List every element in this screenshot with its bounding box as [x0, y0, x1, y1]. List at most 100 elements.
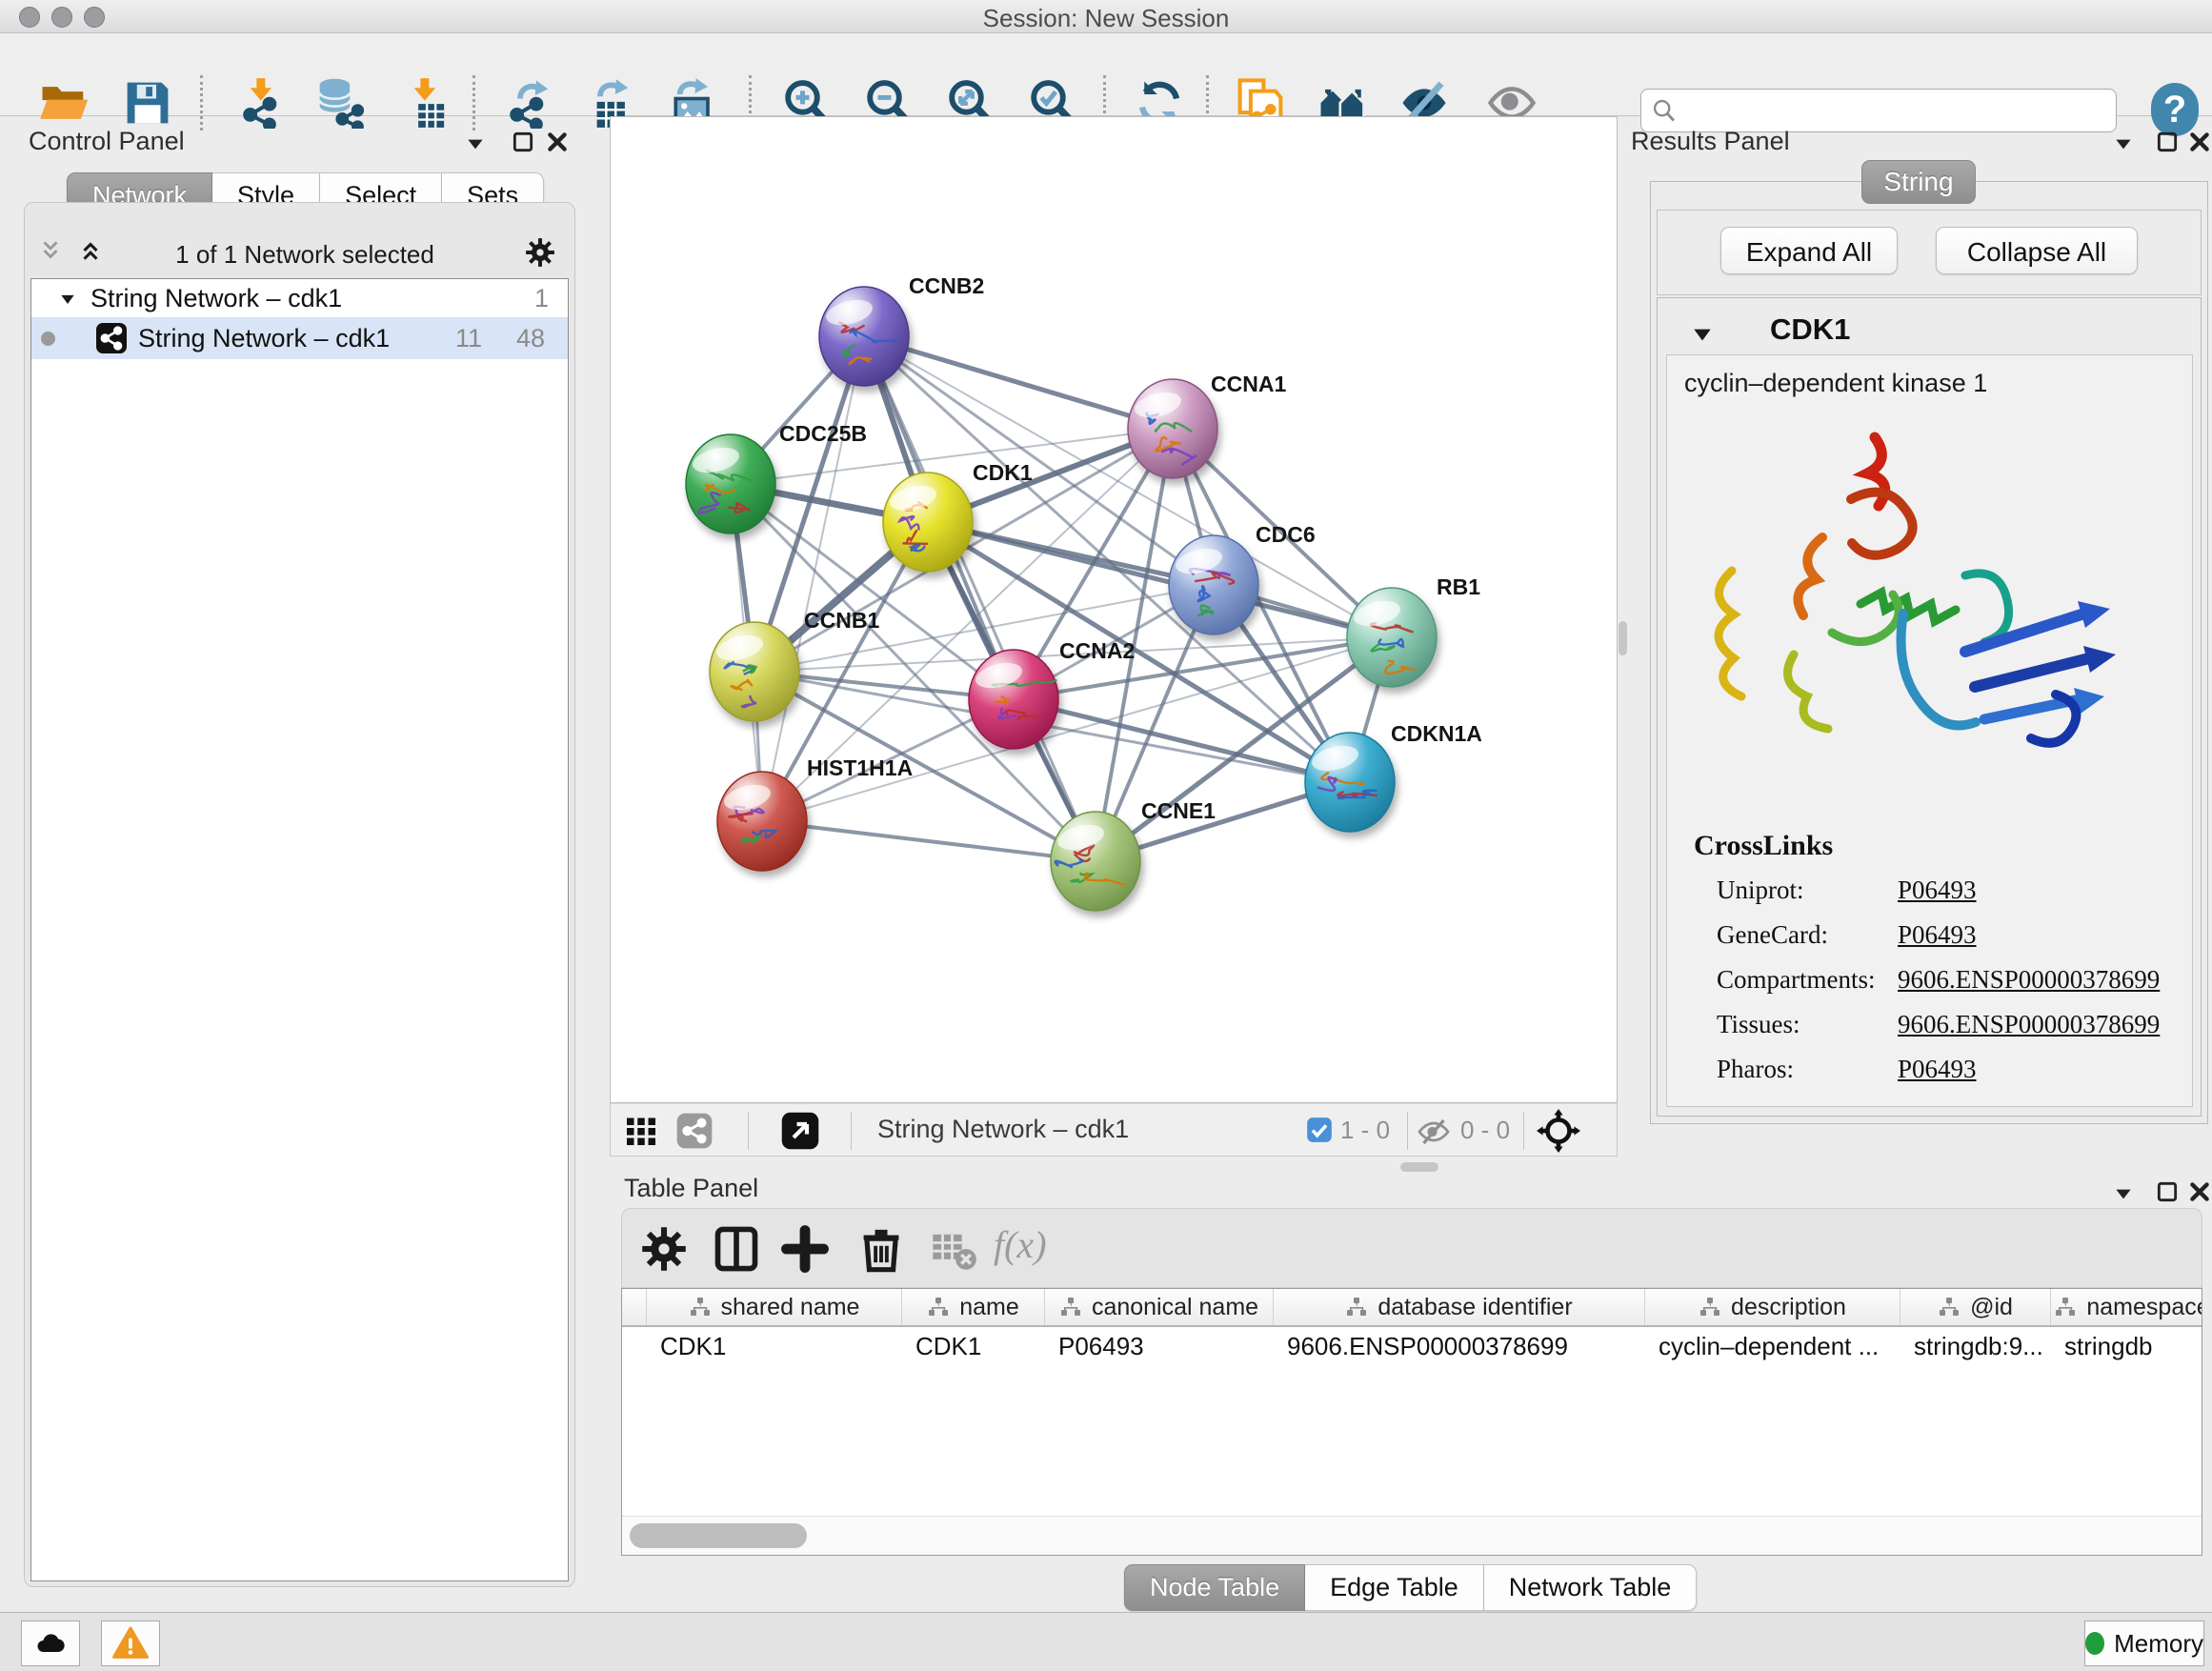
- open-in-window-icon[interactable]: [780, 1111, 820, 1151]
- table-header-row: shared name name canonical name database…: [622, 1289, 2202, 1327]
- search-input[interactable]: [1685, 91, 2108, 128]
- network-node-CDK1[interactable]: [883, 473, 973, 572]
- cdk1-collapse-icon[interactable]: [1690, 322, 1715, 347]
- import-network-database-icon[interactable]: [314, 77, 366, 129]
- network-node-CCNB2[interactable]: [819, 287, 909, 386]
- open-session-icon[interactable]: [38, 77, 90, 129]
- results-panel-close-icon[interactable]: [2187, 130, 2212, 154]
- control-panel-close-icon[interactable]: [545, 130, 570, 154]
- column-header-shared-name[interactable]: shared name: [647, 1289, 902, 1325]
- crosslink-uniprot-link[interactable]: P06493: [1898, 876, 1977, 905]
- memory-button[interactable]: Memory: [2084, 1621, 2204, 1666]
- network-node-CCNB1[interactable]: [710, 622, 799, 721]
- show-columns-icon[interactable]: [712, 1224, 761, 1274]
- node-label: CDC25B: [779, 421, 867, 446]
- control-panel-menu-icon[interactable]: [463, 131, 488, 156]
- network-row-selected[interactable]: String Network – cdk1 11 48: [31, 317, 568, 359]
- vertical-splitter-grip[interactable]: [1619, 621, 1627, 655]
- network-node-count: 11: [455, 317, 482, 359]
- network-node-CCNE1[interactable]: [1051, 812, 1140, 911]
- network-edge[interactable]: [864, 336, 1173, 429]
- table-panel-float-icon[interactable]: [2155, 1179, 2180, 1204]
- table-panel-menu-icon[interactable]: [2111, 1181, 2136, 1206]
- fit-content-crosshair-icon[interactable]: [1537, 1109, 1580, 1153]
- warnings-button[interactable]: [101, 1621, 160, 1666]
- delete-column-trash-icon[interactable]: [856, 1224, 906, 1274]
- add-column-icon[interactable]: [780, 1224, 830, 1274]
- network-node-HIST1H1A[interactable]: [717, 772, 807, 871]
- table-horizontal-scrollbar[interactable]: [622, 1516, 2202, 1555]
- results-panel-menu-icon[interactable]: [2111, 131, 2136, 156]
- cloud-button[interactable]: [21, 1621, 80, 1666]
- crosslink-pharos-link[interactable]: P06493: [1898, 1055, 1977, 1084]
- column-header-description[interactable]: description: [1645, 1289, 1900, 1325]
- network-label: String Network – cdk1: [138, 317, 390, 359]
- network-node-CDC6[interactable]: [1169, 535, 1258, 634]
- cell-shared-name[interactable]: CDK1: [647, 1332, 902, 1361]
- network-node-CCNA1[interactable]: [1128, 379, 1217, 478]
- birdseye-grid-icon[interactable]: [624, 1114, 658, 1148]
- selected-checkbox-icon[interactable]: [1306, 1117, 1333, 1143]
- footer-separator: [748, 1112, 749, 1150]
- horizontal-splitter-grip[interactable]: [1400, 1162, 1438, 1172]
- crosslink-label: Pharos:: [1717, 1055, 1794, 1084]
- expand-all-tree-icon[interactable]: [78, 238, 103, 263]
- save-session-icon[interactable]: [122, 77, 173, 129]
- tab-edge-table[interactable]: Edge Table: [1305, 1564, 1484, 1611]
- delete-table-icon[interactable]: [929, 1224, 978, 1274]
- network-options-gear-icon[interactable]: [524, 236, 556, 269]
- tab-network-table[interactable]: Network Table: [1484, 1564, 1698, 1611]
- expand-all-button[interactable]: Expand All: [1720, 227, 1898, 274]
- table-panel-tabs: Node Table Edge Table Network Table: [1124, 1564, 1697, 1611]
- network-canvas[interactable]: CCNB2CCNA1CDC25BCDK1CDC6RB1CCNB1CCNA2CDK…: [610, 116, 1618, 1103]
- network-node-RB1[interactable]: [1347, 588, 1437, 687]
- network-node-CCNA2[interactable]: [969, 650, 1058, 749]
- cell-name[interactable]: CDK1: [902, 1332, 1045, 1361]
- collapse-all-tree-icon[interactable]: [38, 238, 63, 263]
- network-node-CDKN1A[interactable]: [1305, 733, 1395, 832]
- cloud-icon: [33, 1626, 68, 1661]
- crosslink-genecard-link[interactable]: P06493: [1898, 920, 1977, 950]
- collapse-all-button[interactable]: Collapse All: [1936, 227, 2138, 274]
- node-table: shared name name canonical name database…: [621, 1288, 2202, 1556]
- cell-id[interactable]: stringdb:9...: [1900, 1332, 2051, 1361]
- column-header-name[interactable]: name: [902, 1289, 1045, 1325]
- help-button[interactable]: ?: [2151, 83, 2199, 136]
- network-edge[interactable]: [762, 336, 864, 821]
- column-header-database-identifier[interactable]: database identifier: [1274, 1289, 1645, 1325]
- protein-structure-image: [1675, 409, 2132, 809]
- cdk1-detail-box: cyclin–dependent kinase 1 CrossLinks Uni…: [1666, 354, 2193, 1107]
- cell-description[interactable]: cyclin–dependent ...: [1645, 1332, 1900, 1361]
- import-table-file-icon[interactable]: [400, 77, 452, 129]
- network-node-CDC25B[interactable]: [686, 434, 775, 534]
- function-builder-icon[interactable]: f(x): [994, 1222, 1047, 1267]
- column-header-namespace[interactable]: namespace: [2051, 1289, 2202, 1325]
- toolbar-separator: [473, 75, 475, 131]
- network-edge[interactable]: [762, 821, 1096, 861]
- network-edge[interactable]: [928, 522, 1392, 637]
- tab-node-table[interactable]: Node Table: [1124, 1564, 1305, 1611]
- hidden-eye-icon[interactable]: [1417, 1115, 1451, 1149]
- control-panel-float-icon[interactable]: [511, 130, 535, 154]
- crosslink-tissues-link[interactable]: 9606.ENSP00000378699: [1898, 1010, 2160, 1039]
- crosslink-compartments-link[interactable]: 9606.ENSP00000378699: [1898, 965, 2160, 995]
- tab-string[interactable]: String: [1861, 160, 1976, 204]
- cell-database-identifier[interactable]: 9606.ENSP00000378699: [1274, 1332, 1645, 1361]
- network-edge[interactable]: [864, 336, 1096, 861]
- warning-icon: [112, 1625, 149, 1661]
- column-header-canonical-name[interactable]: canonical name: [1045, 1289, 1274, 1325]
- network-collection-row[interactable]: String Network – cdk1 1: [31, 279, 568, 317]
- tree-expand-icon[interactable]: [58, 290, 77, 309]
- table-row[interactable]: CDK1 CDK1 P06493 9606.ENSP00000378699 cy…: [622, 1327, 2202, 1365]
- import-network-file-icon[interactable]: [236, 77, 288, 129]
- title-bar: Session: New Session: [0, 0, 2212, 33]
- export-network-icon[interactable]: [503, 77, 554, 129]
- cell-canonical-name[interactable]: P06493: [1045, 1332, 1274, 1361]
- network-share-icon[interactable]: [675, 1112, 714, 1150]
- column-header-id[interactable]: @id: [1900, 1289, 2051, 1325]
- scrollbar-thumb[interactable]: [630, 1523, 807, 1548]
- table-panel-close-icon[interactable]: [2187, 1179, 2212, 1204]
- cell-namespace[interactable]: stringdb: [2051, 1332, 2202, 1361]
- results-panel-float-icon[interactable]: [2155, 130, 2180, 154]
- table-options-gear-icon[interactable]: [639, 1224, 689, 1274]
